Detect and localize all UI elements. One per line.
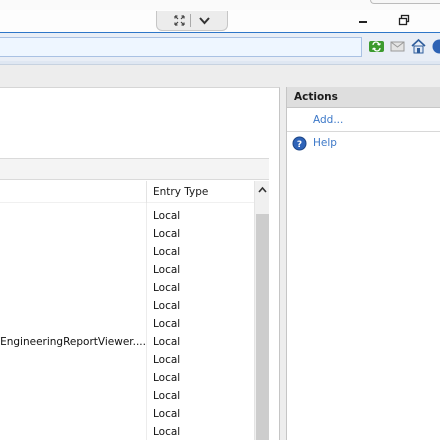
entry-type-cell: Local <box>153 300 181 312</box>
entry-type-cell: Local <box>153 390 181 402</box>
actions-title: Actions <box>294 91 338 103</box>
address-toolbar <box>0 33 440 61</box>
chevron-down-icon[interactable] <box>197 13 212 28</box>
table-row[interactable]: Local <box>0 424 254 440</box>
home-icon[interactable] <box>410 38 427 55</box>
vertical-scrollbar[interactable] <box>254 181 269 440</box>
tab-separator <box>190 14 191 27</box>
column-header-entry-type[interactable]: Entry Type <box>153 186 208 198</box>
entry-type-cell: Local <box>153 246 181 258</box>
table-row[interactable]: Local <box>0 208 254 226</box>
entry-type-cell: Local <box>153 210 181 222</box>
entry-type-cell: Local <box>153 336 181 348</box>
mail-icon[interactable] <box>389 38 406 55</box>
table-row[interactable]: Local <box>0 406 254 424</box>
column-header-row: Entry Type <box>0 181 254 203</box>
actions-pane: Actions Add... ? Help <box>286 87 440 440</box>
entry-type-cell: Local <box>153 264 181 276</box>
feature-header-bar <box>0 158 269 180</box>
title-bar <box>0 0 440 33</box>
table-row[interactable]: Local <box>0 298 254 316</box>
help-action-link[interactable]: Help <box>313 137 337 149</box>
actions-divider <box>287 131 440 132</box>
table-row[interactable]: Local <box>0 388 254 406</box>
help-icon[interactable] <box>431 38 440 55</box>
compatibility-tab <box>156 11 228 31</box>
entry-type-cell: Local <box>153 426 181 438</box>
minimize-icon[interactable] <box>356 13 370 27</box>
table-row[interactable]: /EngineeringReportViewer.... Local <box>0 334 254 352</box>
entry-type-cell: Local <box>153 282 181 294</box>
entry-type-cell: Local <box>153 354 181 366</box>
table-row[interactable]: Local <box>0 352 254 370</box>
entry-type-cell: Local <box>153 372 181 384</box>
window-frame-corner <box>370 0 440 4</box>
column-separator[interactable] <box>146 181 147 203</box>
address-bar[interactable] <box>0 37 362 57</box>
actions-header: Actions <box>287 87 440 108</box>
table-row[interactable]: Local <box>0 226 254 244</box>
table-row[interactable]: Local <box>0 244 254 262</box>
table-row[interactable]: Local <box>0 262 254 280</box>
scroll-up-icon[interactable] <box>256 183 269 197</box>
entry-type-cell: Local <box>153 318 181 330</box>
entry-path: /EngineeringReportViewer.... <box>0 336 146 348</box>
table-row[interactable]: Local <box>0 280 254 298</box>
add-action-link[interactable]: Add... <box>313 114 343 126</box>
table-row[interactable]: Local <box>0 370 254 388</box>
restore-icon[interactable] <box>397 13 411 27</box>
fullscreen-icon[interactable] <box>172 13 187 28</box>
entry-type-cell: Local <box>153 228 181 240</box>
svg-text:?: ? <box>297 140 302 150</box>
scroll-thumb[interactable] <box>256 214 269 440</box>
refresh-icon[interactable] <box>368 38 385 55</box>
table-row[interactable]: Local <box>0 316 254 334</box>
help-icon[interactable]: ? <box>292 136 307 151</box>
entry-type-cell: Local <box>153 408 181 420</box>
